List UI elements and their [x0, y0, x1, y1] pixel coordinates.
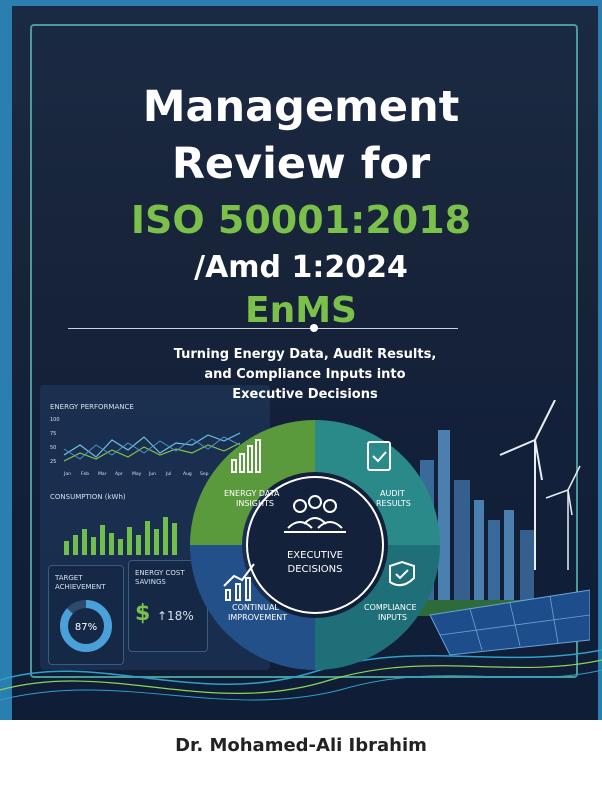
- center-label-1: EXECUTIVE: [287, 550, 343, 561]
- savings-label-line2: SAVINGS: [135, 578, 166, 586]
- audit-label-1: AUDIT: [380, 489, 405, 498]
- x-tick: Jun: [148, 471, 156, 477]
- divider: [68, 328, 458, 329]
- title-line-5: EnMS: [245, 290, 357, 331]
- center-label-2: DECISIONS: [288, 564, 343, 575]
- title-line-1: Management: [142, 82, 460, 132]
- bar: [145, 521, 150, 555]
- divider-dot: [310, 324, 318, 332]
- consumption-label: CONSUMPTION (kWh): [50, 493, 126, 501]
- compliance-label-1: COMPLIANCE: [364, 603, 417, 612]
- bar: [136, 535, 141, 555]
- target-label-line1: TARGET: [55, 574, 83, 582]
- author-strip: [0, 720, 602, 800]
- y-tick: 25: [50, 459, 56, 465]
- bar: [91, 537, 96, 555]
- bar: [127, 527, 132, 555]
- title-line-3: ISO 50001:2018: [130, 198, 472, 242]
- title-line-2: Review for: [171, 139, 431, 189]
- target-label-line2: ACHIEVEMENT: [55, 583, 106, 591]
- improvement-label-1: CONTINUAL: [232, 603, 279, 612]
- author-name: Dr. Mohamed-Ali Ibrahim: [175, 735, 427, 756]
- y-tick: 50: [50, 445, 56, 451]
- bar: [82, 529, 87, 555]
- book-cover: ENERGY PERFORMANCE 100 75 50 25 Jan Feb …: [0, 0, 602, 800]
- frame-top: [0, 0, 602, 6]
- energy-performance-label: ENERGY PERFORMANCE: [50, 403, 134, 411]
- bar: [73, 535, 78, 555]
- y-tick: 100: [50, 417, 60, 423]
- y-tick: 75: [50, 431, 56, 437]
- x-tick: May: [132, 471, 142, 477]
- x-tick: Mar: [98, 471, 107, 477]
- bar: [64, 541, 69, 555]
- energy-data-label-1: ENERGY DATA: [224, 489, 280, 498]
- bar: [109, 533, 114, 555]
- energy-data-label-2: INSIGHTS: [236, 499, 274, 508]
- subtitle-line-3: Executive Decisions: [232, 387, 378, 402]
- bar: [154, 529, 159, 555]
- x-tick: Jan: [63, 471, 71, 477]
- x-tick: Apr: [115, 471, 123, 477]
- bar: [172, 523, 177, 555]
- subtitle-line-2: and Compliance Inputs into: [204, 367, 406, 382]
- improvement-label-2: IMPROVEMENT: [228, 613, 287, 622]
- x-tick: Jul: [165, 471, 171, 477]
- x-tick: Feb: [81, 471, 89, 477]
- audit-label-2: RESULTS: [376, 499, 411, 508]
- savings-label-line1: ENERGY COST: [135, 569, 185, 577]
- bar: [163, 517, 168, 555]
- bar: [118, 539, 123, 555]
- subtitle: Turning Energy Data, Audit Results, and …: [150, 345, 460, 405]
- wind-turbine-icon: [545, 465, 581, 570]
- compliance-label-2: INPUTS: [378, 613, 407, 622]
- title-line-4: /Amd 1:2024: [194, 250, 408, 285]
- management-review-cycle: ENERGY DATA INSIGHTS AUDIT RESULTS COMPL…: [190, 420, 440, 670]
- bar: [100, 525, 105, 555]
- subtitle-line-1: Turning Energy Data, Audit Results,: [173, 347, 437, 362]
